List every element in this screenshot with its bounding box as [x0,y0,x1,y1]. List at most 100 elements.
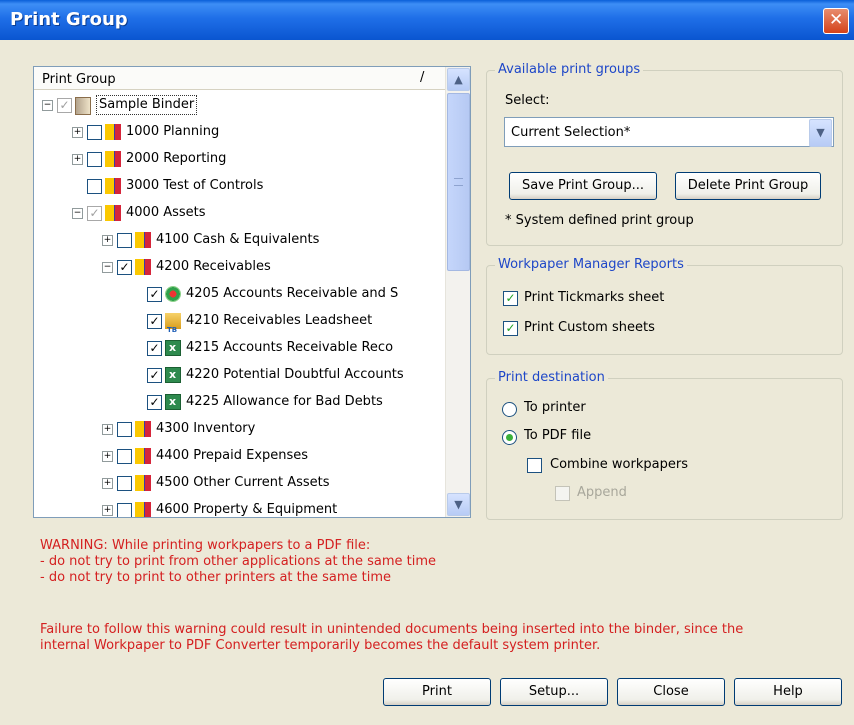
workpaper-manager-reports-group: Workpaper Manager Reports ✓ Print Tickma… [486,257,843,355]
tree-row-checkbox[interactable]: ✓ [147,314,162,329]
help-button[interactable]: Help [734,678,842,706]
tree-row-label: 3000 Test of Controls [126,178,264,193]
tree-vertical-scrollbar[interactable]: ▲ ▼ [445,67,470,517]
tree-row-checkbox[interactable] [87,152,102,167]
print-custom-sheets-label[interactable]: Print Custom sheets [524,320,655,335]
expand-icon[interactable]: + [72,127,83,138]
tree-row-checkbox[interactable] [87,125,102,140]
tree-row-checkbox[interactable]: ✓ [147,287,162,302]
tree-row-checkbox[interactable]: ✓ [57,98,72,113]
folder-icon [135,259,151,275]
close-window-button[interactable]: ✕ [823,8,849,34]
append-checkbox [555,486,570,501]
scroll-down-button[interactable]: ▼ [447,493,470,516]
tree-row-label: 4225 Allowance for Bad Debts [186,394,383,409]
tree-row[interactable]: ✓ 4225 Allowance for Bad Debts [34,391,444,413]
tree-row[interactable]: +2000 Reporting [34,148,444,170]
folder-icon [105,124,121,140]
delete-print-group-button[interactable]: Delete Print Group [675,172,821,200]
tree-line [132,316,141,325]
collapse-icon[interactable]: − [102,262,113,273]
tree-row[interactable]: +4500 Other Current Assets [34,472,444,494]
expand-icon[interactable]: + [72,154,83,165]
tree-row[interactable]: +1000 Planning [34,121,444,143]
print-group-select[interactable]: Current Selection* ▼ [504,117,834,147]
tree-row-checkbox[interactable] [117,422,132,437]
tree-row-label: 4400 Prepaid Expenses [156,448,309,463]
to-printer-radio[interactable] [502,402,517,417]
tree-row-checkbox[interactable] [117,476,132,491]
tree-row-checkbox[interactable] [117,503,132,517]
folder-icon [105,178,121,194]
chevron-down-icon[interactable]: ▼ [809,119,832,147]
collapse-icon[interactable]: − [42,100,53,111]
tree-row-checkbox[interactable] [117,449,132,464]
tree-row[interactable]: ✓ 4210 Receivables Leadsheet [34,310,444,341]
tree-row[interactable]: +4100 Cash & Equivalents [34,229,444,251]
tree-row[interactable]: ✓ 4215 Accounts Receivable Reco [34,337,444,359]
tree-row-checkbox[interactable]: ✓ [147,395,162,410]
setup-button[interactable]: Setup... [500,678,608,706]
tree-row[interactable]: − ✓ 4000 Assets [34,202,444,224]
expand-icon[interactable]: + [102,451,113,462]
chevron-down-icon: ▼ [454,498,463,511]
tree-row-label: 4500 Other Current Assets [156,475,330,490]
tree-row-checkbox[interactable]: ✓ [147,368,162,383]
tree-row[interactable]: − ✓ 4200 Receivables [34,256,444,278]
tree-row[interactable]: +4300 Inventory [34,418,444,440]
tree-row[interactable]: ✓ 4205 Accounts Receivable and S [34,283,444,305]
tree-row-label: 4215 Accounts Receivable Reco [186,340,394,355]
print-tickmarks-checkbox[interactable]: ✓ [503,291,518,306]
collapse-icon[interactable]: − [72,208,83,219]
tree-row-label: 4100 Cash & Equivalents [156,232,320,247]
warning-line-printers: - do not try to print to other printers … [40,570,392,585]
warning-consequence-2: internal Workpaper to PDF Converter temp… [40,638,601,653]
to-pdf-label[interactable]: To PDF file [524,428,591,443]
leadsheet-tb-icon [165,313,181,341]
chevron-up-icon: ▲ [454,73,463,86]
tree-line [132,370,141,379]
tree-row[interactable]: ✓ 4220 Potential Doubtful Accounts [34,364,444,386]
expand-icon[interactable]: + [102,235,113,246]
combine-workpapers-label[interactable]: Combine workpapers [550,457,688,472]
folder-icon [135,475,151,491]
tree-line [132,397,141,406]
folder-icon [135,448,151,464]
tree-row[interactable]: 3000 Test of Controls [34,175,444,197]
print-tickmarks-label[interactable]: Print Tickmarks sheet [524,290,664,305]
excel-icon [165,337,181,359]
tree-row-label: 4220 Potential Doubtful Accounts [186,367,404,382]
save-print-group-button[interactable]: Save Print Group... [509,172,657,200]
to-pdf-radio[interactable] [502,430,517,445]
print-group-tree[interactable]: Print Group / − ✓ Sample Binder +1000 Plann… [33,66,471,518]
to-printer-label[interactable]: To printer [524,400,586,415]
warning-consequence-1: Failure to follow this warning could res… [40,622,744,637]
combine-workpapers-checkbox[interactable] [527,458,542,473]
tree-row-label: 4000 Assets [126,205,206,220]
tree-row[interactable]: +4600 Property & Equipment [34,499,444,517]
expand-icon[interactable]: + [102,478,113,489]
folder-icon [105,205,121,221]
tree-row-checkbox[interactable] [117,233,132,248]
available-print-groups-group: Available print groups Select: Current S… [486,62,843,246]
tree-row-checkbox[interactable]: ✓ [117,260,132,275]
tree-row-checkbox[interactable] [87,179,102,194]
binder-icon [75,97,91,115]
tree-row[interactable]: +4400 Prepaid Expenses [34,445,444,467]
append-label: Append [577,485,627,500]
scroll-up-button[interactable]: ▲ [447,68,470,91]
print-custom-sheets-checkbox[interactable]: ✓ [503,321,518,336]
print-group-select-value: Current Selection* [511,125,631,140]
sort-indicator-icon: / [420,70,425,85]
print-button[interactable]: Print [383,678,491,706]
scroll-thumb[interactable] [447,93,470,271]
tree-row-label: 4600 Property & Equipment [156,502,338,517]
tree-row-checkbox[interactable]: ✓ [87,206,102,221]
expand-icon[interactable]: + [102,424,113,435]
tree-row-checkbox[interactable]: ✓ [147,341,162,356]
tree-row[interactable]: − ✓ Sample Binder [34,94,444,116]
close-button[interactable]: Close [617,678,725,706]
expand-icon[interactable]: + [102,505,113,516]
tree-column-header[interactable]: Print Group / [34,67,445,90]
tree-row-label: 4200 Receivables [156,259,271,274]
